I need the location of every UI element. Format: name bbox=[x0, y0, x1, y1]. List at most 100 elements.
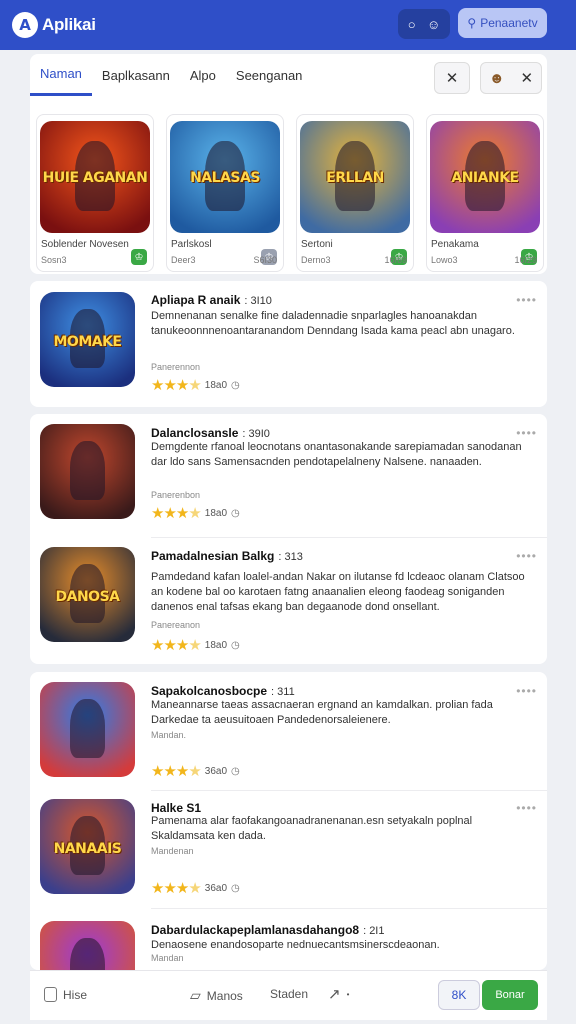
star-rating-icon: ★★★★ bbox=[151, 637, 202, 654]
star-rating-icon: ★★★★ bbox=[151, 505, 202, 522]
more-options-icon[interactable]: •••• bbox=[516, 801, 537, 815]
header-search-button[interactable]: ⚲ Penaanetv bbox=[458, 8, 547, 38]
more-options-icon[interactable]: •••• bbox=[516, 426, 537, 440]
app-icon bbox=[40, 921, 135, 970]
tab-baplkasann[interactable]: Baplkasann bbox=[92, 54, 180, 96]
featured-card-item[interactable]: NALASAS ♔ Parlskosl Deer3 S6I30 bbox=[166, 114, 284, 272]
list-item[interactable]: Sapakolcanosbocpe: 311 •••• Maneannarse … bbox=[30, 672, 547, 790]
app-description: Pamdedand kafan loalel-andan Nakar on il… bbox=[151, 571, 525, 613]
app-list-card: MOMAKE Apliapa R anaik: 3I10 •••• Demnen… bbox=[30, 281, 547, 407]
featured-app-art: NALASAS bbox=[170, 121, 280, 233]
home-label: Hise bbox=[63, 987, 88, 1002]
tab-alpo[interactable]: Alpo bbox=[180, 54, 226, 96]
search-icon: ⚲ bbox=[467, 16, 477, 30]
featured-sub: Sosn3 bbox=[41, 255, 67, 265]
app-icon: NANAAIS bbox=[40, 799, 135, 894]
featured-card-item[interactable]: ANIANKE ♔ Penakama Lowo3 16I29 bbox=[426, 114, 544, 272]
app-title: Pamadalnesian Balkg: 313 bbox=[151, 549, 303, 563]
more-options-icon[interactable]: •••• bbox=[516, 684, 537, 698]
stadan-label: Staden bbox=[270, 987, 309, 1001]
book-icon: ▱ bbox=[190, 987, 201, 1003]
app-rating: ★★★★ 36a0 ◷ bbox=[151, 763, 240, 780]
tab-bar: Naman Baplkasann Alpo Seenganan bbox=[30, 54, 430, 96]
logo-mark-icon: A bbox=[12, 12, 38, 38]
app-rating: ★★★★ 36a0 ◷ bbox=[151, 880, 240, 897]
menu-nav[interactable]: ▱ Manos bbox=[190, 987, 243, 1004]
app-logo[interactable]: A Aplikai bbox=[12, 12, 96, 38]
app-list-card: Sapakolcanosbocpe: 311 •••• Maneannarse … bbox=[30, 672, 547, 970]
info-icon: ◷ bbox=[231, 765, 240, 777]
art-logo-text: HUIE AGANAN bbox=[42, 170, 148, 187]
info-icon: ◷ bbox=[231, 379, 240, 391]
app-description: Denaosene enandosoparte nednuecantsmsine… bbox=[151, 939, 440, 951]
featured-app-art: HUIE AGANAN bbox=[40, 121, 150, 233]
character-art bbox=[70, 938, 105, 970]
list-item[interactable]: MOMAKE Apliapa R anaik: 3I10 •••• Demnen… bbox=[30, 281, 547, 407]
share-nav[interactable]: ↗ • bbox=[328, 985, 349, 1003]
art-logo-text: ANIANKE bbox=[451, 170, 519, 187]
app-meta: Panerenbon bbox=[151, 490, 201, 500]
tab-naman[interactable]: Naman bbox=[30, 54, 92, 96]
app-rating: ★★★★ 18a0 ◷ bbox=[151, 377, 240, 394]
featured-card-item[interactable]: ERLLAN ♔ Sertoni Derno3 16I69 bbox=[296, 114, 414, 272]
app-icon bbox=[40, 682, 135, 777]
app-badge-icon: ♔ bbox=[131, 249, 147, 265]
info-icon: ◷ bbox=[231, 639, 240, 651]
ok-button[interactable]: 8K bbox=[438, 980, 480, 1010]
stadan-nav[interactable]: Staden bbox=[270, 987, 308, 1001]
featured-card: Naman Baplkasann Alpo Seenganan ✕ ☻ ✕ HU… bbox=[30, 54, 547, 274]
profile-close-group: ☻ ✕ bbox=[480, 62, 542, 94]
app-title: Aplikai bbox=[42, 15, 96, 34]
top-app-bar: A Aplikai ○ ☺ ⚲ Penaanetv bbox=[0, 0, 576, 50]
close-icon: ✕ bbox=[445, 70, 459, 87]
app-meta: Mandenan bbox=[151, 846, 194, 856]
art-logo-text: DANOSA bbox=[55, 588, 121, 605]
app-rating: ★★★★ 18a0 ◷ bbox=[151, 505, 240, 522]
confirm-button[interactable]: Bonar bbox=[482, 980, 538, 1010]
bottom-action-bar: Hise ▱ Manos Staden ↗ • 8K Bonar bbox=[30, 970, 547, 1020]
home-nav[interactable]: Hise bbox=[44, 987, 87, 1002]
art-logo-text: MOMAKE bbox=[53, 333, 122, 350]
featured-app-art: ERLLAN bbox=[300, 121, 410, 233]
app-meta: Mandan. bbox=[151, 730, 187, 740]
app-title: Halke S1 bbox=[151, 801, 202, 815]
featured-title: Soblender Novesen bbox=[41, 239, 129, 250]
close-button[interactable]: ✕ bbox=[434, 62, 470, 94]
list-item[interactable]: Dalanclosansle: 39I0 •••• Demgdente rfan… bbox=[30, 414, 547, 536]
more-options-icon[interactable]: •••• bbox=[516, 293, 537, 307]
profile-icon[interactable]: ☺ bbox=[427, 17, 440, 32]
app-title: Sapakolcanosbocpe: 311 bbox=[151, 684, 295, 698]
app-icon: MOMAKE bbox=[40, 292, 135, 387]
art-logo-text: NALASAS bbox=[190, 170, 260, 187]
featured-title: Sertoni bbox=[301, 239, 333, 250]
menu-label: Manos bbox=[206, 988, 243, 1003]
more-options-icon[interactable]: •••• bbox=[516, 549, 537, 563]
circle-icon[interactable]: ○ bbox=[408, 17, 416, 32]
close-icon[interactable]: ✕ bbox=[521, 69, 534, 87]
app-list-card: Dalanclosansle: 39I0 •••• Demgdente rfan… bbox=[30, 414, 547, 664]
list-item[interactable]: NANAAIS Halke S1 •••• Pamenama alar faof… bbox=[30, 790, 547, 908]
character-art bbox=[70, 441, 105, 500]
info-icon: ◷ bbox=[231, 507, 240, 519]
featured-title: Parlskosl bbox=[171, 239, 212, 250]
header-icon-group: ○ ☺ bbox=[398, 9, 450, 39]
featured-app-art: ANIANKE bbox=[430, 121, 540, 233]
featured-card-item[interactable]: HUIE AGANAN ♔ Soblender Novesen Sosn3 bbox=[36, 114, 154, 272]
featured-count: 16I69 bbox=[384, 255, 407, 265]
app-rating: ★★★★ 18a0 ◷ bbox=[151, 637, 240, 654]
tab-seenganan[interactable]: Seenganan bbox=[226, 54, 313, 96]
app-title: Dabardulackapeplamlanasdahango8: 2I1 bbox=[151, 923, 385, 937]
featured-row: HUIE AGANAN ♔ Soblender Novesen Sosn3 NA… bbox=[36, 114, 547, 274]
app-description: Pamenama alar faofakangoanadranenanan.es… bbox=[151, 815, 473, 842]
list-item[interactable]: Dabardulackapeplamlanasdahango8: 2I1 Den… bbox=[30, 908, 547, 970]
home-icon bbox=[44, 987, 57, 1002]
app-title: Dalanclosansle: 39I0 bbox=[151, 426, 270, 440]
app-meta: Mandan bbox=[151, 953, 184, 963]
avatar-icon[interactable]: ☻ bbox=[489, 70, 505, 87]
app-icon: DANOSA bbox=[40, 547, 135, 642]
app-icon bbox=[40, 424, 135, 519]
list-item[interactable]: DANOSA Pamadalnesian Balkg: 313 •••• Pam… bbox=[30, 538, 547, 664]
header-button-label: Penaanetv bbox=[480, 16, 538, 30]
art-logo-text: NANAAIS bbox=[53, 840, 122, 857]
featured-sub: Derno3 bbox=[301, 255, 331, 265]
